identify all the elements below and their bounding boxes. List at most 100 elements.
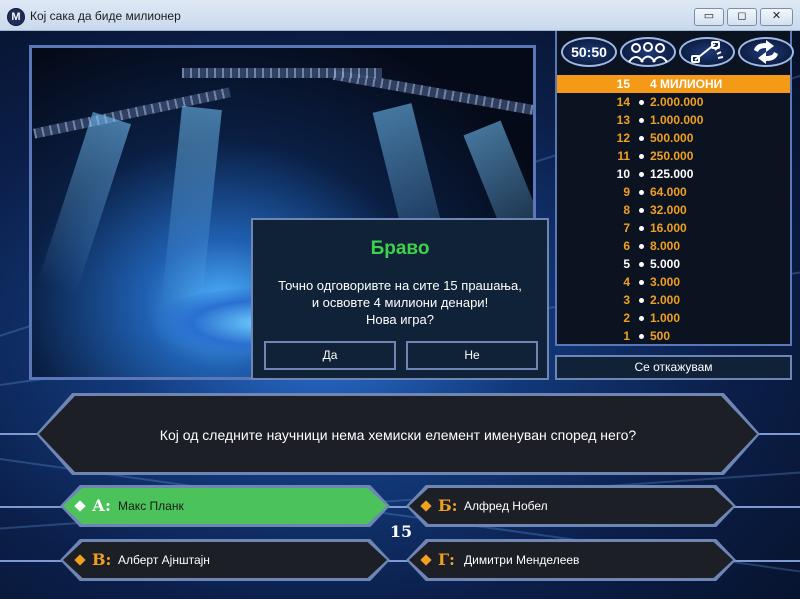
bullet-icon: [639, 154, 644, 159]
ladder-row: 2 1.000: [557, 309, 790, 327]
answer-fill: [409, 488, 733, 524]
ladder-amount: 500.000: [650, 131, 694, 145]
answer-text: Алберт Ајнштајн: [118, 553, 210, 567]
game-stage: 50:50 15 4 МИЛИОНИ 14 2.000.000 13 1.000…: [0, 31, 800, 599]
spotlight-beam: [37, 111, 132, 296]
bullet-icon: [639, 316, 644, 321]
ladder-row: 4 3.000: [557, 273, 790, 291]
ladder-row: 13 1.000.000: [557, 111, 790, 129]
ladder-amount: 250.000: [650, 149, 694, 163]
ladder-number: 6: [623, 239, 630, 253]
ladder-row: 12 500.000: [557, 129, 790, 147]
side-panel: 50:50 15 4 МИЛИОНИ 14 2.000.000 13 1.000…: [555, 31, 794, 346]
yes-button[interactable]: Да: [264, 341, 396, 370]
ladder-amount: 32.000: [650, 203, 687, 217]
ladder-amount: 8.000: [650, 239, 681, 253]
switch-question-icon: [754, 40, 778, 64]
ladder-number: 2: [623, 311, 630, 325]
ladder-row: 9 64.000: [557, 183, 790, 201]
window-titlebar: M Кој сака да биде милионер ▭ ◻ ✕: [0, 0, 800, 31]
answer-letter: Г:: [438, 550, 455, 569]
ladder-row: 1 500: [557, 327, 790, 345]
answer-letter: Б:: [438, 496, 458, 515]
ladder-row: 10 125.000: [557, 165, 790, 183]
answer-d[interactable]: Г: Димитри Менделеев: [406, 539, 736, 581]
ladder-row: 7 16.000: [557, 219, 790, 237]
spotlight-beam: [161, 105, 222, 309]
ladder-row: 6 8.000: [557, 237, 790, 255]
answer-b[interactable]: Б: Алфред Нобел: [406, 485, 736, 527]
ladder-amount: 125.000: [650, 167, 694, 181]
ladder-amount: 16.000: [650, 221, 687, 235]
no-button[interactable]: Не: [406, 341, 538, 370]
answer-text: Димитри Менделеев: [464, 553, 580, 567]
bullet-icon: [639, 334, 644, 339]
switch-question-button[interactable]: [738, 37, 794, 67]
audience-icon: [628, 42, 668, 63]
bullet-icon: [639, 208, 644, 213]
ladder-number: 13: [616, 113, 630, 127]
ladder-number: 3: [623, 293, 630, 307]
ladder-row: 5 5.000: [557, 255, 790, 273]
bullet-icon: [639, 136, 644, 141]
answer-letter: В:: [92, 550, 112, 569]
ladder-amount: 1.000.000: [650, 113, 704, 127]
answer-a[interactable]: А: Макс Планк: [60, 485, 390, 527]
answer-c[interactable]: В: Алберт Ајнштајн: [60, 539, 390, 581]
answer-text: Алфред Нобел: [464, 499, 548, 513]
result-dialog: Браво Точно одговоривте на сите 15 праша…: [251, 218, 549, 380]
bullet-icon: [639, 118, 644, 123]
timer-count: 15: [389, 522, 413, 541]
phone-icon: [691, 41, 724, 63]
question-box-fill: Кој од следните научници нема хемиски ел…: [39, 396, 757, 472]
ladder-row: 11 250.000: [557, 147, 790, 165]
walk-away-button[interactable]: Се откажувам: [555, 355, 792, 380]
ladder-number: 4: [623, 275, 630, 289]
bullet-icon: [639, 244, 644, 249]
ladder-row: 14 2.000.000: [557, 93, 790, 111]
ladder-amount: 64.000: [650, 185, 687, 199]
bullet-icon: [639, 100, 644, 105]
ladder-row: 3 2.000: [557, 291, 790, 309]
ladder-number: 5: [623, 257, 630, 271]
ladder-amount: 2.000: [650, 293, 681, 307]
ladder-amount: 3.000: [650, 275, 681, 289]
app-logo-icon: M: [7, 8, 25, 26]
ladder-number: 8: [623, 203, 630, 217]
answer-text: Макс Планк: [118, 499, 184, 513]
ladder-row: 15 4 МИЛИОНИ: [557, 75, 790, 93]
close-button[interactable]: ✕: [760, 8, 793, 26]
ladder-amount: 4 МИЛИОНИ: [650, 77, 723, 91]
dialog-message: Точно одговоривте на сите 15 прашања, и …: [278, 278, 522, 327]
ladder-row: 8 32.000: [557, 201, 790, 219]
ladder-amount: 5.000: [650, 257, 681, 271]
bullet-icon: [639, 226, 644, 231]
bullet-icon: [639, 262, 644, 267]
money-ladder: 15 4 МИЛИОНИ 14 2.000.000 13 1.000.000 12 500.0…: [557, 75, 790, 345]
ladder-number: 7: [623, 221, 630, 235]
lighting-truss: [182, 68, 382, 78]
ladder-amount: 2.000.000: [650, 95, 704, 109]
phone-friend-button[interactable]: [679, 37, 735, 67]
question-box: Кој од следните научници нема хемиски ел…: [36, 393, 760, 475]
answer-fill: [63, 488, 387, 524]
answer-letter: А:: [92, 496, 111, 515]
window-title: Кој сака да биде милионер: [30, 9, 181, 23]
bullet-icon: [639, 298, 644, 303]
audience-button[interactable]: [620, 37, 676, 67]
bullet-icon: [639, 172, 644, 177]
ladder-number: 10: [616, 167, 630, 181]
ladder-number: 9: [623, 185, 630, 199]
minimize-button[interactable]: ▭: [694, 8, 724, 26]
ladder-number: 15: [616, 77, 630, 91]
answer-fill: [63, 542, 387, 578]
fifty-fifty-button[interactable]: 50:50: [561, 37, 617, 67]
dialog-title: Браво: [370, 238, 430, 259]
maximize-button[interactable]: ◻: [727, 8, 757, 26]
question-text: Кој од следните научници нема хемиски ел…: [159, 427, 637, 443]
ladder-number: 14: [616, 95, 630, 109]
ladder-amount: 500: [650, 329, 671, 343]
bullet-icon: [639, 280, 644, 285]
bullet-icon: [639, 190, 644, 195]
ladder-number: 12: [616, 131, 630, 145]
